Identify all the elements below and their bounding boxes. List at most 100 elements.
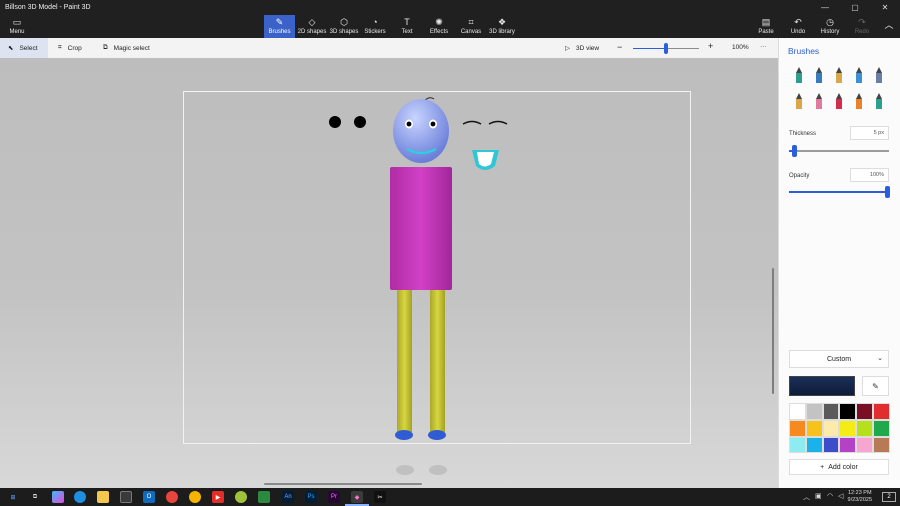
brush-eraser[interactable]	[809, 92, 829, 110]
chrome-icon[interactable]	[189, 491, 201, 503]
tab-3d-library[interactable]: ❖ 3D library	[487, 15, 517, 38]
notification-badge[interactable]: 2	[882, 492, 896, 502]
paste-button[interactable]: ▤ Paste	[754, 15, 778, 38]
tab-3d-shapes[interactable]: ⬡ 3D shapes	[328, 15, 360, 38]
minimize-button[interactable]: —	[810, 0, 840, 15]
foot-left[interactable]	[395, 430, 413, 440]
capcut-icon[interactable]: ✂	[374, 491, 386, 503]
file-explorer-icon[interactable]	[97, 491, 109, 503]
color-swatch[interactable]	[822, 419, 840, 437]
tab-text[interactable]: T Text	[394, 15, 420, 38]
color-swatch[interactable]	[872, 436, 890, 454]
eyebrow-left[interactable]	[462, 120, 482, 125]
zoom-out-button[interactable]: −	[617, 42, 622, 52]
collapse-ribbon-button[interactable]: ︿	[880, 15, 898, 38]
more-options-button[interactable]: ···	[760, 43, 767, 50]
paint3d-icon[interactable]: ◆	[351, 491, 363, 503]
horizontal-scrollbar[interactable]	[264, 483, 422, 485]
3d-model-scene[interactable]	[0, 58, 778, 488]
chevron-up-icon[interactable]: ︿	[803, 492, 810, 502]
color-swatch[interactable]	[805, 419, 823, 437]
add-color-button[interactable]: + Add color	[789, 459, 889, 475]
outlook-icon[interactable]: O	[143, 491, 155, 503]
brush-calligraphy-pen[interactable]	[809, 66, 829, 84]
color-swatch[interactable]	[856, 403, 873, 420]
3d-view-button[interactable]: ▷ 3D view	[557, 38, 607, 58]
color-swatch[interactable]	[805, 403, 823, 420]
color-swatch[interactable]	[856, 436, 873, 454]
wifi-icon[interactable]: ◠	[827, 492, 833, 500]
thickness-slider[interactable]	[789, 145, 889, 157]
start-icon[interactable]: ⊞	[7, 491, 19, 503]
xbox-icon[interactable]	[235, 491, 247, 503]
copilot-icon[interactable]	[52, 491, 64, 503]
brush-fill[interactable]	[869, 92, 889, 110]
floating-eye-right[interactable]	[354, 116, 366, 128]
brush-oil-brush[interactable]	[829, 66, 849, 84]
menu-button[interactable]: ▭ Menu	[2, 15, 32, 38]
zoom-slider[interactable]	[633, 43, 699, 54]
color-swatch[interactable]	[789, 419, 806, 437]
zoom-in-button[interactable]: +	[708, 41, 713, 51]
opacity-input[interactable]: 100%	[850, 168, 889, 182]
opacity-slider[interactable]	[789, 186, 890, 198]
color-swatch[interactable]	[822, 403, 840, 420]
color-swatch[interactable]	[789, 403, 806, 420]
store-icon[interactable]	[120, 491, 132, 503]
animate-icon[interactable]: An	[282, 491, 294, 503]
network-icon[interactable]: ▣	[815, 492, 822, 500]
tab-brushes[interactable]: ✎ Brushes	[264, 15, 295, 38]
vertical-scrollbar[interactable]	[772, 268, 774, 394]
select-button[interactable]: ⬉ Select	[0, 38, 48, 58]
chrome-icon[interactable]	[166, 491, 178, 503]
thickness-input[interactable]: 5 px	[850, 126, 889, 140]
magic-select-button[interactable]: ⧉ Magic select	[95, 38, 158, 58]
brush-marker[interactable]	[789, 66, 809, 84]
tab-stickers[interactable]: ◔ Stickers	[360, 15, 390, 38]
color-swatch[interactable]	[839, 436, 857, 454]
crop-button[interactable]: ⌗ Crop	[50, 38, 90, 58]
eyebrow-right[interactable]	[488, 120, 508, 125]
leg-right[interactable]	[430, 290, 445, 432]
close-button[interactable]: ✕	[870, 0, 900, 15]
color-swatch[interactable]	[805, 436, 823, 454]
tab-canvas[interactable]: ⌗ Canvas	[457, 15, 485, 38]
brush-watercolor[interactable]	[849, 66, 869, 84]
volume-icon[interactable]: ◁	[838, 492, 843, 500]
brush-crayon[interactable]	[829, 92, 849, 110]
foot-right[interactable]	[428, 430, 446, 440]
undo-button[interactable]: ↶ Undo	[786, 15, 810, 38]
maximize-button[interactable]: ▢	[840, 0, 870, 15]
color-swatch[interactable]	[872, 419, 890, 437]
zoom-slider-thumb[interactable]	[664, 43, 668, 54]
color-swatch[interactable]	[856, 419, 873, 437]
brush-spray-can[interactable]	[849, 92, 869, 110]
opacity-slider-thumb[interactable]	[885, 186, 890, 198]
history-button[interactable]: ◷ History	[817, 15, 843, 38]
edge-icon[interactable]	[74, 491, 86, 503]
color-swatch[interactable]	[839, 403, 857, 420]
thickness-slider-thumb[interactable]	[792, 145, 797, 157]
color-mode-dropdown[interactable]: Custom ⌄	[789, 350, 889, 368]
color-swatch[interactable]	[822, 436, 840, 454]
floating-eye-left[interactable]	[329, 116, 341, 128]
eyedropper-button[interactable]: ✎	[862, 376, 889, 396]
color-swatch[interactable]	[872, 403, 890, 420]
clock[interactable]: 12:23 PM 9/23/2025	[848, 490, 872, 503]
task-view-icon[interactable]: ⧉	[29, 491, 41, 503]
photoshop-icon[interactable]: Ps	[305, 491, 317, 503]
tab-2d-shapes[interactable]: ◇ 2D shapes	[296, 15, 328, 38]
brush-pixel-pen[interactable]	[869, 66, 889, 84]
redo-button[interactable]: ↷ Redo	[850, 15, 874, 38]
youtube-icon[interactable]: ▶	[212, 491, 224, 503]
premiere-icon[interactable]: Pr	[328, 491, 340, 503]
current-color-swatch[interactable]	[789, 376, 855, 396]
color-swatch[interactable]	[839, 419, 857, 437]
tab-effects[interactable]: ✺ Effects	[425, 15, 453, 38]
solitaire-icon[interactable]	[258, 491, 270, 503]
brush-pencil[interactable]	[789, 92, 809, 110]
torso[interactable]	[390, 167, 452, 290]
leg-left[interactable]	[397, 290, 412, 432]
color-swatch[interactable]	[789, 436, 806, 454]
workspace[interactable]	[0, 58, 778, 488]
